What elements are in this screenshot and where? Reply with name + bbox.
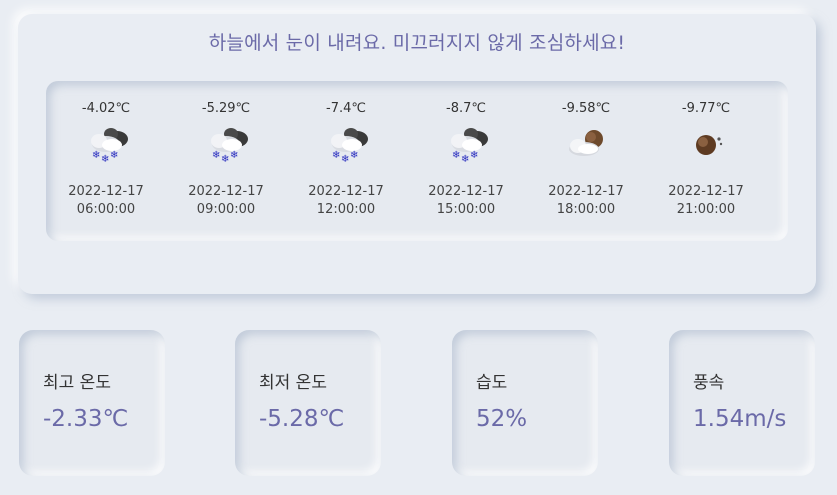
forecast-time: 18:00:00 [556, 202, 616, 217]
forecast-slot: -5.29℃ 2022-12-17 09:00:00 [166, 81, 286, 241]
hourly-forecast-panel: -4.02℃ 2022-12-17 06:00:00 -5.29℃ 2022-1… [46, 81, 788, 241]
forecast-temp: -8.7℃ [446, 101, 486, 116]
max-temp-value: -2.33℃ [43, 406, 129, 432]
humidity-value: 52% [476, 406, 528, 432]
humidity-label: 습도 [476, 373, 508, 393]
forecast-slot: -4.02℃ 2022-12-17 06:00:00 [46, 81, 166, 241]
forecast-slot: -8.7℃ 2022-12-17 15:00:00 [406, 81, 526, 241]
snow-cloud-icon [204, 125, 250, 165]
min-temp-value: -5.28℃ [259, 406, 345, 432]
moon-cloud-icon [564, 125, 610, 165]
forecast-temp: -5.29℃ [201, 101, 251, 116]
weather-message: 하늘에서 눈이 내려요. 미끄러지지 않게 조심하세요! [208, 32, 626, 54]
wind-speed-value: 1.54m/s [693, 406, 787, 432]
forecast-temp: -9.77℃ [681, 101, 731, 116]
snow-cloud-icon [444, 125, 490, 165]
moon-icon [684, 125, 730, 165]
forecast-temp: -4.02℃ [81, 101, 131, 116]
forecast-date: 2022-12-17 [668, 184, 744, 199]
forecast-date: 2022-12-17 [68, 184, 144, 199]
forecast-time: 09:00:00 [196, 202, 256, 217]
wind-speed-label: 풍속 [693, 373, 725, 393]
snow-cloud-icon [324, 125, 370, 165]
min-temp-card: 최저 온도 -5.28℃ [235, 330, 381, 476]
forecast-date: 2022-12-17 [308, 184, 384, 199]
min-temp-label: 최저 온도 [259, 373, 327, 393]
max-temp-card: 최고 온도 -2.33℃ [19, 330, 165, 476]
snow-cloud-icon [84, 125, 130, 165]
forecast-date: 2022-12-17 [548, 184, 624, 199]
forecast-date: 2022-12-17 [188, 184, 264, 199]
forecast-temp: -7.4℃ [326, 101, 366, 116]
forecast-time: 15:00:00 [436, 202, 496, 217]
humidity-card: 습도 52% [452, 330, 598, 476]
forecast-slot: -7.4℃ 2022-12-17 12:00:00 [286, 81, 406, 241]
forecast-slot: -9.77℃ 2022-12-17 21:00:00 [646, 81, 766, 241]
forecast-date: 2022-12-17 [428, 184, 504, 199]
wind-speed-card: 풍속 1.54m/s [669, 330, 815, 476]
forecast-time: 21:00:00 [676, 202, 736, 217]
forecast-card: 하늘에서 눈이 내려요. 미끄러지지 않게 조심하세요! -4.02℃ 2022… [18, 14, 816, 294]
forecast-temp: -9.58℃ [561, 101, 611, 116]
forecast-time: 12:00:00 [316, 202, 376, 217]
forecast-slot: -9.58℃ 2022-12-17 18:00:00 [526, 81, 646, 241]
forecast-time: 06:00:00 [76, 202, 136, 217]
max-temp-label: 최고 온도 [43, 373, 111, 393]
